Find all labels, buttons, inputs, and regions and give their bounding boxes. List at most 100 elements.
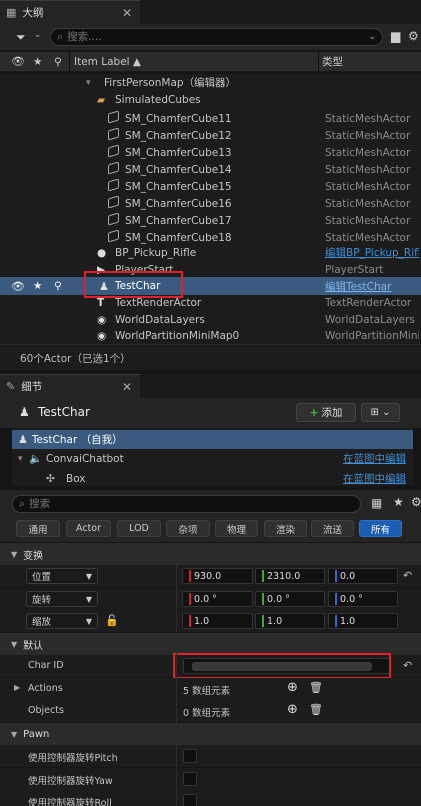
column-item-label[interactable]: Item Label ▲ (74, 56, 141, 68)
list-item-selected[interactable]: 👁 ★ ⚲ ♟ TestChar 编辑TestChar (0, 277, 421, 295)
pitch-checkbox[interactable] (183, 749, 197, 763)
category-streaming[interactable]: 流送 (311, 520, 354, 537)
component-item[interactable]: ▾ 🔈 ConvaiChatbot 在蓝图中编辑 (12, 450, 413, 467)
pin-icon[interactable]: ⚲ (54, 280, 62, 292)
add-folder-icon[interactable]: ▆ (391, 29, 400, 43)
list-item[interactable]: SM_ChamferCube17 StaticMeshActor (0, 212, 421, 229)
star-icon[interactable]: ★ (393, 495, 404, 509)
property-label: 旋转 (32, 595, 52, 606)
scale-z-field[interactable]: 1.0 (328, 613, 398, 629)
item-type: StaticMeshActor (325, 180, 411, 193)
category-lod[interactable]: LOD (117, 520, 161, 537)
list-item[interactable]: SM_ChamferCube15 StaticMeshActor (0, 178, 421, 195)
list-item[interactable]: SM_ChamferCube14 StaticMeshActor (0, 161, 421, 178)
static-mesh-icon (108, 178, 119, 192)
chevron-down-icon[interactable]: ⌄ (34, 30, 42, 40)
list-item[interactable]: ● BP_Pickup_Rifle 编辑BP_Pickup_Rifl (0, 244, 421, 261)
category-all[interactable]: 所有 (359, 520, 402, 537)
lock-icon[interactable]: 🔓 (105, 614, 119, 627)
list-item[interactable]: SM_ChamferCube11 StaticMeshActor (0, 110, 421, 127)
chevron-down-icon[interactable]: ⌄ (368, 32, 376, 42)
expand-icon[interactable]: ▾ (86, 78, 91, 88)
outliner-search-input[interactable] (67, 31, 369, 43)
list-item[interactable]: ◉ WorldPartitionMiniMap0 WorldPartitionMin… (0, 327, 421, 344)
list-item[interactable]: ▰ SimulatedCubes (0, 91, 421, 108)
section-default[interactable]: ▼ 默认 (0, 633, 421, 655)
trash-icon[interactable]: 🗑 (309, 681, 323, 694)
list-item[interactable]: ◉ WorldDataLayers WorldDataLayers (0, 311, 421, 328)
chevron-down-icon: ▼ (85, 616, 92, 626)
add-component-button[interactable]: + 添加 (296, 403, 356, 422)
location-x-field[interactable]: 930.0 (182, 568, 253, 584)
edit-blueprint-link[interactable]: 编辑BP_Pickup_Rifl (325, 245, 419, 260)
rotation-mode-dropdown[interactable]: 旋转 ▼ (26, 591, 98, 607)
location-mode-dropdown[interactable]: 位置 ▼ (26, 568, 98, 584)
eye-icon[interactable]: 👁 (11, 55, 25, 68)
column-type[interactable]: 类型 (322, 54, 343, 69)
section-transform[interactable]: ▼ 变换 (0, 543, 421, 565)
expand-icon[interactable]: ▾ (18, 454, 23, 464)
category-rendering[interactable]: 渲染 (264, 520, 307, 537)
character-icon: ♟ (19, 405, 30, 419)
grid-view-icon[interactable]: ▦ (371, 496, 382, 510)
location-z-field[interactable]: 0.0 (328, 568, 398, 584)
rotation-z-field[interactable]: 0.0 ° (328, 591, 398, 607)
static-mesh-icon (108, 161, 119, 175)
star-icon[interactable]: ★ (33, 280, 42, 292)
component-item[interactable]: ✣ Box 在蓝图中编辑 (12, 470, 413, 487)
item-name: SM_ChamferCube16 (125, 197, 232, 210)
property-label: 位置 (32, 572, 52, 583)
eye-icon[interactable]: 👁 (11, 280, 25, 293)
outliner-search[interactable]: ⌕ ⌄ (50, 28, 383, 46)
filter-icon[interactable]: ⏷ (16, 30, 26, 45)
settings-icon[interactable]: ⚙ (411, 495, 421, 509)
reset-icon[interactable]: ↶ (403, 659, 412, 672)
details-tab[interactable]: ✎ 细节 ✕ (0, 374, 140, 398)
add-element-icon[interactable]: ⊕ (287, 680, 298, 695)
list-item[interactable]: ▾ FirstPersonMap（编辑器） (0, 74, 421, 91)
list-item[interactable]: SM_ChamferCube16 StaticMeshActor (0, 195, 421, 212)
category-general[interactable]: 通用 (16, 520, 60, 537)
edit-in-blueprint-link[interactable]: 在蓝图中编辑 (343, 471, 406, 486)
edit-blueprint-link[interactable]: 编辑TestChar (325, 279, 419, 294)
category-actor[interactable]: Actor (66, 520, 111, 537)
edit-in-blueprint-link[interactable]: 在蓝图中编辑 (343, 451, 406, 466)
list-item[interactable]: ▶ PlayerStart PlayerStart (0, 261, 421, 278)
category-misc[interactable]: 杂项 (166, 520, 210, 537)
scale-mode-dropdown[interactable]: 缩放 ▼ (26, 613, 98, 629)
item-name: SM_ChamferCube18 (125, 231, 232, 244)
close-icon[interactable]: ✕ (122, 6, 132, 20)
star-icon[interactable]: ★ (33, 56, 42, 68)
expand-icon[interactable]: ▶ (14, 683, 20, 692)
component-root[interactable]: ♟ TestChar （自我） (12, 430, 413, 449)
rotation-x-field[interactable]: 0.0 ° (182, 591, 253, 607)
section-pawn[interactable]: ▼ Pawn (0, 723, 421, 745)
close-icon[interactable]: ✕ (122, 380, 132, 394)
trash-icon[interactable]: 🗑 (309, 703, 323, 716)
list-item[interactable]: SM_ChamferCube12 StaticMeshActor (0, 127, 421, 144)
list-item[interactable]: T TextRenderActor TextRenderActor (0, 294, 421, 311)
z-axis-marker (335, 593, 337, 605)
blueprint-options-button[interactable]: ⊞ ⌄ (361, 403, 400, 422)
details-search[interactable]: ⌕ (12, 495, 361, 513)
location-y-field[interactable]: 2310.0 (255, 568, 325, 584)
item-type: StaticMeshActor (325, 197, 411, 210)
roll-checkbox[interactable] (183, 794, 197, 806)
add-element-icon[interactable]: ⊕ (287, 702, 298, 717)
outliner-tab[interactable]: ▦ 大纲 ✕ (0, 0, 140, 24)
item-type: WorldPartitionMiniM (325, 329, 419, 342)
settings-icon[interactable]: ⚙ (408, 29, 419, 43)
scale-x-field[interactable]: 1.0 (182, 613, 253, 629)
category-physics[interactable]: 物理 (215, 520, 258, 537)
details-search-input[interactable] (29, 498, 354, 510)
item-type: StaticMeshActor (325, 231, 411, 244)
reset-icon[interactable]: ↶ (403, 569, 412, 582)
yaw-checkbox[interactable] (183, 772, 197, 786)
pin-icon[interactable]: ⚲ (54, 56, 62, 68)
property-row-yaw: 使用控制器旋转Yaw (0, 768, 421, 790)
component-name: TestChar （自我） (31, 434, 123, 446)
list-item[interactable]: SM_ChamferCube13 StaticMeshActor (0, 144, 421, 161)
rotation-y-field[interactable]: 0.0 ° (255, 591, 325, 607)
item-name: SimulatedCubes (115, 93, 201, 106)
scale-y-field[interactable]: 1.0 (255, 613, 325, 629)
